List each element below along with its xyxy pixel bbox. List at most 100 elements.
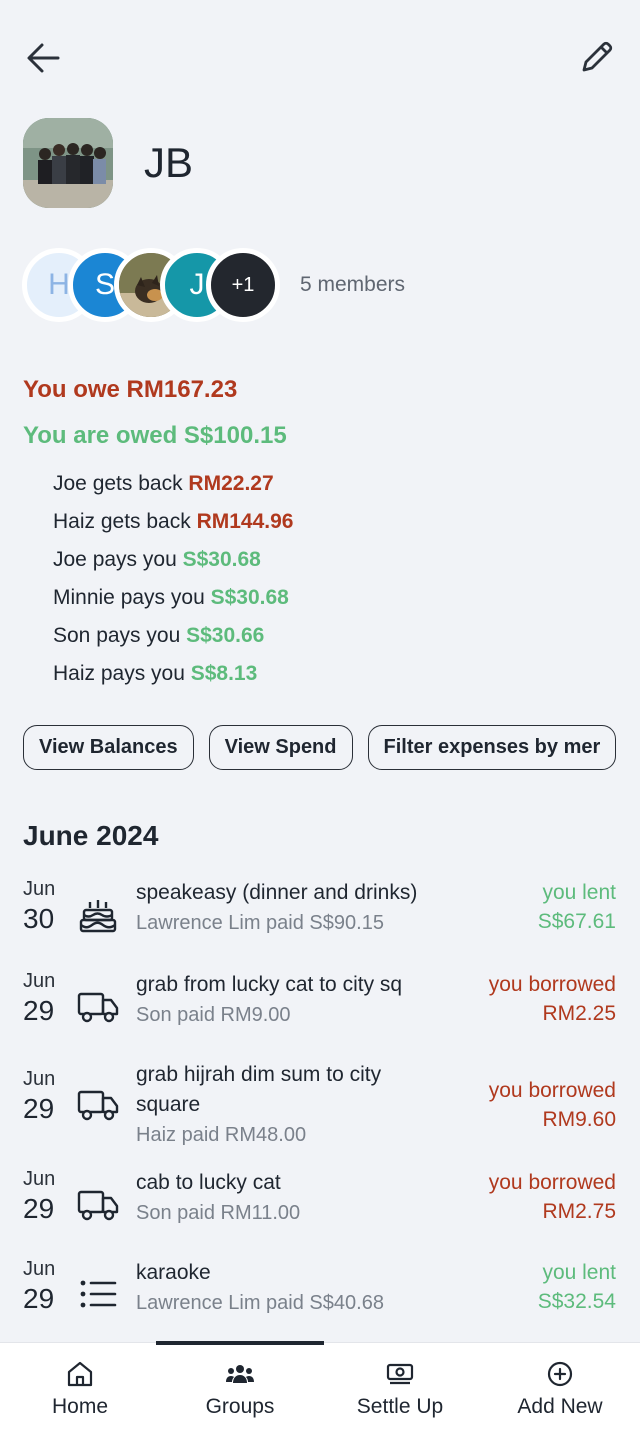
- debt-amount: S$30.68: [182, 548, 261, 571]
- debt-label: Haiz pays you: [53, 662, 191, 685]
- nav-home-label: Home: [51, 1394, 109, 1418]
- expense-status: you borrowed: [488, 973, 616, 996]
- expense-row[interactable]: Jun 29 cab to lucky cat Son paid RM11.00…: [0, 1168, 640, 1248]
- debt-line: Minnie pays you S$30.68: [53, 586, 293, 624]
- expense-title: grab from lucky cat to city sq: [136, 973, 403, 996]
- nav-settle-up[interactable]: Settle Up: [320, 1343, 480, 1434]
- more-members-count: +1: [231, 273, 255, 296]
- bottom-navigation: Home Groups Settle Up Add New: [0, 1341, 640, 1434]
- expense-payer: Lawrence Lim paid S$90.15: [136, 912, 384, 934]
- expense-amount: RM9.60: [542, 1108, 616, 1131]
- expense-row[interactable]: Jun 29 karaoke Lawrence Lim paid S$40.68…: [0, 1258, 640, 1338]
- expense-status: you borrowed: [488, 1079, 616, 1102]
- expense-details: speakeasy (dinner and drinks) Lawrence L…: [136, 878, 456, 938]
- nav-settle-label: Settle Up: [356, 1394, 444, 1418]
- expense-day: 29: [23, 995, 55, 1026]
- debt-label: Minnie pays you: [53, 586, 211, 609]
- expense-details: grab hijrah dim sum to city square Haiz …: [136, 1060, 436, 1150]
- avatar-initial: J: [189, 268, 205, 301]
- expense-date: Jun 29: [23, 1258, 67, 1315]
- nav-groups-label: Groups: [205, 1394, 275, 1418]
- nav-home[interactable]: Home: [0, 1343, 160, 1434]
- debt-label: Son pays you: [53, 624, 187, 647]
- expense-balance: you borrowed RM9.60: [489, 1076, 616, 1134]
- expense-payer: Haiz paid RM48.00: [136, 1124, 307, 1146]
- debt-line: Joe gets back RM22.27: [53, 472, 293, 510]
- expense-date: Jun 30: [23, 878, 67, 935]
- expense-status: you borrowed: [488, 1171, 616, 1194]
- debt-amount: S$8.13: [190, 662, 258, 685]
- active-tab-indicator: [156, 1341, 324, 1345]
- expense-row[interactable]: Jun 29 grab from lucky cat to city sq So…: [0, 970, 640, 1050]
- expense-balance: you lent S$32.54: [538, 1258, 616, 1316]
- expense-amount: S$67.61: [537, 910, 616, 933]
- filter-expenses-button[interactable]: Filter expenses by mer: [367, 725, 617, 770]
- expense-day: 29: [23, 1193, 55, 1224]
- list-icon: [76, 1272, 120, 1316]
- month-header: June 2024: [23, 820, 159, 851]
- debt-label: Joe pays you: [53, 548, 183, 571]
- expense-status: you lent: [542, 881, 616, 904]
- more-members-badge[interactable]: +1: [206, 248, 280, 322]
- expense-row[interactable]: Jun 29 grab hijrah dim sum to city squar…: [0, 1060, 640, 1150]
- edit-pencil-icon[interactable]: [574, 36, 618, 80]
- expense-date: Jun 29: [23, 1068, 67, 1125]
- truck-icon: [76, 1182, 120, 1226]
- debt-label: Haiz gets back: [53, 510, 197, 533]
- cash-icon: [386, 1363, 414, 1384]
- expense-month: Jun: [23, 1258, 56, 1280]
- expense-date: Jun 29: [23, 1168, 67, 1225]
- expense-title: speakeasy (dinner and drinks): [136, 881, 418, 904]
- debt-amount: RM22.27: [188, 472, 274, 495]
- debt-amount: RM144.96: [196, 510, 294, 533]
- member-avatars[interactable]: H S J +1 5 members: [22, 248, 405, 322]
- expense-balance: you lent S$67.61: [538, 878, 616, 936]
- debt-line: Haiz pays you S$8.13: [53, 662, 293, 700]
- cake-icon: [76, 892, 120, 936]
- truck-icon: [76, 1082, 120, 1126]
- home-icon: [67, 1361, 93, 1386]
- expense-balance: you borrowed RM2.75: [489, 1168, 616, 1226]
- expense-month: Jun: [23, 878, 56, 900]
- expense-day: 29: [23, 1283, 55, 1314]
- expense-month: Jun: [23, 970, 56, 992]
- group-photo[interactable]: [23, 118, 113, 208]
- expense-row[interactable]: Jun 30 speakeasy (dinner and drinks) Law…: [0, 878, 640, 958]
- debt-line: Haiz gets back RM144.96: [53, 510, 293, 548]
- expense-title: grab hijrah dim sum to city square: [136, 1063, 382, 1116]
- you-are-owed-total: You are owed S$100.15: [23, 422, 287, 449]
- you-owe-total: You owe RM167.23: [23, 376, 238, 403]
- expense-amount: RM2.25: [542, 1002, 616, 1025]
- group-header: JB: [23, 118, 193, 208]
- expense-month: Jun: [23, 1168, 56, 1190]
- debt-amount: S$30.66: [186, 624, 265, 647]
- people-icon: [226, 1364, 254, 1383]
- expense-status: you lent: [542, 1261, 616, 1284]
- debt-line: Joe pays you S$30.68: [53, 548, 293, 586]
- debt-line: Son pays you S$30.66: [53, 624, 293, 662]
- action-chips: View Balances View Spend Filter expenses…: [23, 725, 631, 770]
- expense-month: Jun: [23, 1068, 56, 1090]
- expense-amount: S$32.54: [537, 1290, 616, 1313]
- view-balances-button[interactable]: View Balances: [23, 725, 194, 770]
- nav-add-new[interactable]: Add New: [480, 1343, 640, 1434]
- nav-groups[interactable]: Groups: [156, 1341, 324, 1434]
- expense-details: cab to lucky cat Son paid RM11.00: [136, 1168, 456, 1228]
- debt-amount: S$30.68: [210, 586, 289, 609]
- expense-amount: RM2.75: [542, 1200, 616, 1223]
- members-count: 5 members: [300, 273, 406, 296]
- expense-title: karaoke: [136, 1261, 211, 1284]
- expense-day: 30: [23, 903, 55, 934]
- debt-breakdown: Joe gets back RM22.27 Haiz gets back RM1…: [53, 472, 293, 700]
- expense-date: Jun 29: [23, 970, 67, 1027]
- plus-circle-icon: [547, 1361, 573, 1386]
- nav-add-label: Add New: [517, 1394, 603, 1418]
- avatar-initial: S: [94, 268, 115, 301]
- expense-day: 29: [23, 1093, 55, 1124]
- top-bar: [22, 36, 618, 80]
- group-name: JB: [144, 139, 194, 186]
- expense-payer: Lawrence Lim paid S$40.68: [136, 1292, 384, 1314]
- view-spend-button[interactable]: View Spend: [208, 725, 353, 770]
- back-arrow-icon[interactable]: [22, 36, 66, 80]
- debt-label: Joe gets back: [53, 472, 189, 495]
